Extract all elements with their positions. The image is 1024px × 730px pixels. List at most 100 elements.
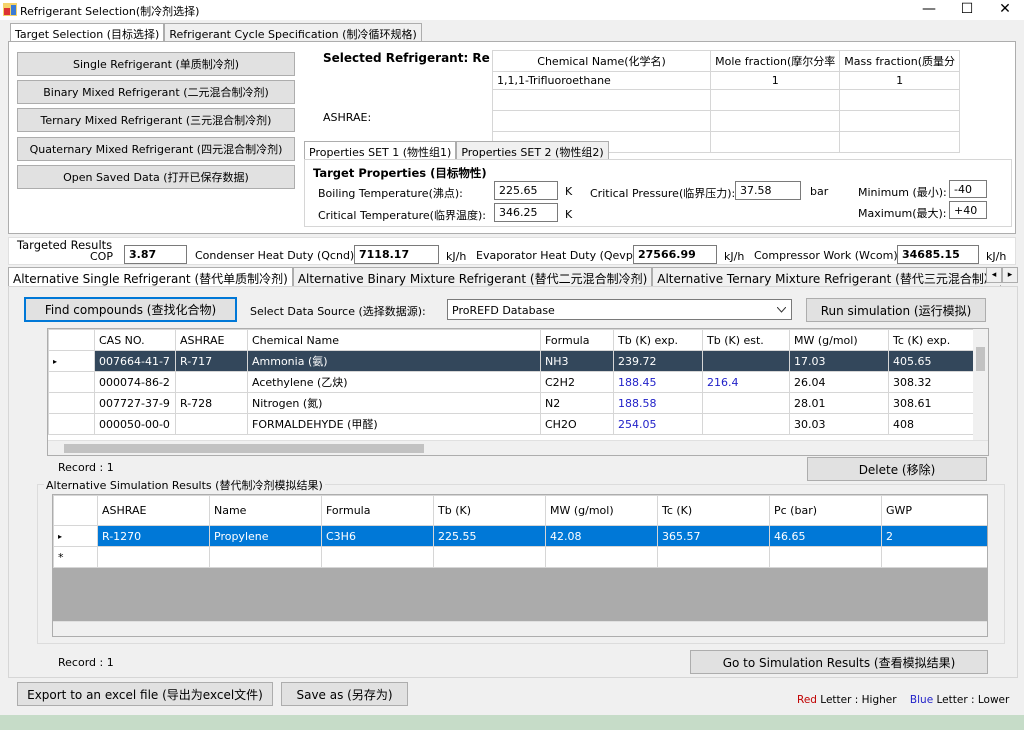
window-title: Refrigerant Selection(制冷剂选择) — [20, 5, 200, 18]
tab-alt-ternary[interactable]: Alternative Ternary Mixture Refrigerant … — [652, 267, 1001, 287]
qevp-field: 27566.99 — [633, 245, 717, 264]
table-row[interactable]: 000050-00-0 FORMALDEHYDE (甲醛) CH2O 254.0… — [48, 413, 988, 435]
table-row[interactable]: 1,1,1-Trifluoroethane 1 1 — [491, 71, 960, 90]
cell[interactable] — [545, 546, 658, 568]
compounds-vscrollbar[interactable] — [973, 329, 988, 441]
cell[interactable] — [769, 546, 882, 568]
cell: 239.72 — [613, 350, 703, 372]
tab-alt-single[interactable]: Alternative Single Refrigerant (替代单质制冷剂) — [8, 267, 293, 287]
cell: 17.03 — [789, 350, 889, 372]
table-row[interactable]: ▸ R-1270 Propylene C3H6 225.55 42.08 365… — [53, 525, 987, 547]
table-row[interactable] — [491, 89, 960, 111]
critical-temp-unit: K — [565, 208, 573, 221]
tab-scroll-right-icon[interactable]: ▸ — [1002, 267, 1018, 283]
row-header[interactable] — [48, 392, 95, 414]
cell[interactable] — [321, 546, 434, 568]
cell: Propylene — [209, 525, 322, 547]
wcom-label: Compressor Work (Wcom) — [754, 249, 898, 262]
scroll-thumb[interactable] — [64, 444, 424, 453]
selected-refrigerant-label: Selected Refrigerant: Re — [323, 51, 490, 65]
col-mw: MW (g/mol) — [545, 495, 658, 526]
ternary-refrigerant-button[interactable]: Ternary Mixed Refrigerant (三元混合制冷剂) — [17, 108, 295, 132]
open-saved-data-button[interactable]: Open Saved Data (打开已保存数据) — [17, 165, 295, 189]
col-chemical-name: Chemical Name(化学名) — [491, 50, 712, 72]
cell[interactable] — [433, 546, 546, 568]
cell — [702, 413, 790, 435]
cell: 254.05 — [613, 413, 703, 435]
row-selector-icon[interactable]: ▸ — [48, 350, 95, 372]
cell[interactable] — [657, 546, 770, 568]
scroll-thumb[interactable] — [976, 347, 985, 371]
col-formula: Formula — [540, 329, 614, 351]
table-row[interactable]: 000074-86-2 Acethylene (乙炔) C2H2 188.45 … — [48, 371, 988, 393]
col-mole-fraction: Mole fraction(摩尔分率 — [710, 50, 841, 72]
cell[interactable] — [97, 546, 210, 568]
qcnd-label: Condenser Heat Duty (Qcnd) — [195, 249, 355, 262]
compounds-hscrollbar[interactable] — [48, 440, 988, 455]
simulation-hscrollbar[interactable] — [53, 621, 987, 636]
cell — [175, 413, 248, 435]
col-mass-fraction: Mass fraction(质量分 — [839, 50, 960, 72]
tab-alt-binary[interactable]: Alternative Binary Mixture Refrigerant (… — [292, 267, 653, 287]
cell: 28.01 — [789, 392, 889, 414]
cell: 007664-41-7 — [94, 350, 176, 372]
minimum-label: Minimum (最小): — [858, 186, 947, 199]
table-row[interactable]: ▸ 007664-41-7 R-717 Ammonia (氨) NH3 239.… — [48, 350, 988, 372]
maximum-label: Maximum(最大): — [858, 207, 947, 220]
cell: NH3 — [540, 350, 614, 372]
close-icon[interactable]: ✕ — [986, 0, 1024, 20]
maximize-icon[interactable]: ☐ — [948, 0, 986, 20]
critical-temp-field[interactable]: 346.25 — [494, 203, 558, 222]
export-excel-button[interactable]: Export to an excel file (导出为excel文件) — [17, 682, 273, 706]
cell: R-728 — [175, 392, 248, 414]
cell: 42.08 — [545, 525, 658, 547]
critical-pressure-field[interactable]: 37.58 — [735, 181, 801, 200]
boiling-temp-field[interactable]: 225.65 — [494, 181, 558, 200]
cell: Ammonia (氨) — [247, 350, 541, 372]
find-compounds-button[interactable]: Find compounds (查找化合物) — [24, 297, 237, 322]
cell: 1 — [839, 71, 960, 90]
col-pc: Pc (bar) — [769, 495, 882, 526]
tab-scroll-buttons: ◂ ▸ — [986, 267, 1020, 285]
cell: 216.4 — [702, 371, 790, 393]
row-header-corner — [53, 495, 98, 526]
binary-refrigerant-button[interactable]: Binary Mixed Refrigerant (二元混合制冷剂) — [17, 80, 295, 104]
save-as-button[interactable]: Save as (另存为) — [281, 682, 408, 706]
legend-blue-text: Letter : Lower — [936, 694, 1010, 706]
cell[interactable] — [209, 546, 322, 568]
go-to-simulation-results-button[interactable]: Go to Simulation Results (查看模拟结果) — [690, 650, 988, 674]
cell: 000050-00-0 — [94, 413, 176, 435]
new-row-icon[interactable]: * — [53, 546, 98, 568]
tab-scroll-left-icon[interactable]: ◂ — [986, 267, 1002, 283]
table-row-new[interactable]: * — [53, 546, 987, 568]
data-source-select[interactable]: ProREFD Database — [447, 299, 792, 320]
single-refrigerant-button[interactable]: Single Refrigerant (单质制冷剂) — [17, 52, 295, 76]
run-simulation-button[interactable]: Run simulation (运行模拟) — [806, 298, 986, 322]
cop-field: 3.87 — [124, 245, 187, 264]
quaternary-refrigerant-button[interactable]: Quaternary Mixed Refrigerant (四元混合制冷剂) — [17, 137, 295, 161]
maximum-field[interactable]: +40 — [949, 201, 987, 219]
table-row[interactable] — [491, 110, 960, 132]
qevp-unit: kJ/h — [724, 250, 745, 263]
delete-button[interactable]: Delete (移除) — [807, 457, 987, 481]
cop-label: COP — [90, 250, 113, 263]
minimum-field[interactable]: -40 — [949, 180, 987, 198]
table-row[interactable]: 007727-37-9 R-728 Nitrogen (氮) N2 188.58… — [48, 392, 988, 414]
app-icon — [3, 3, 17, 16]
record-count-compounds: Record : 1 — [58, 461, 114, 474]
row-header[interactable] — [48, 371, 95, 393]
col-chemical-name: Chemical Name — [247, 329, 541, 351]
cell: CH2O — [540, 413, 614, 435]
row-header[interactable] — [48, 413, 95, 435]
col-tb: Tb (K) — [433, 495, 546, 526]
critical-temp-label: Critical Temperature(临界温度): — [318, 209, 486, 222]
cell: C2H2 — [540, 371, 614, 393]
ashrae-label: ASHRAE: — [323, 111, 372, 124]
cell — [710, 110, 841, 132]
cell[interactable] — [881, 546, 987, 568]
simulation-results-title: Alternative Simulation Results (替代制冷剂模拟结… — [44, 477, 325, 493]
col-tb-est: Tb (K) est. — [702, 329, 790, 351]
row-selector-icon[interactable]: ▸ — [53, 525, 98, 547]
minimize-icon[interactable]: — — [910, 0, 948, 20]
chevron-down-icon — [777, 307, 786, 313]
